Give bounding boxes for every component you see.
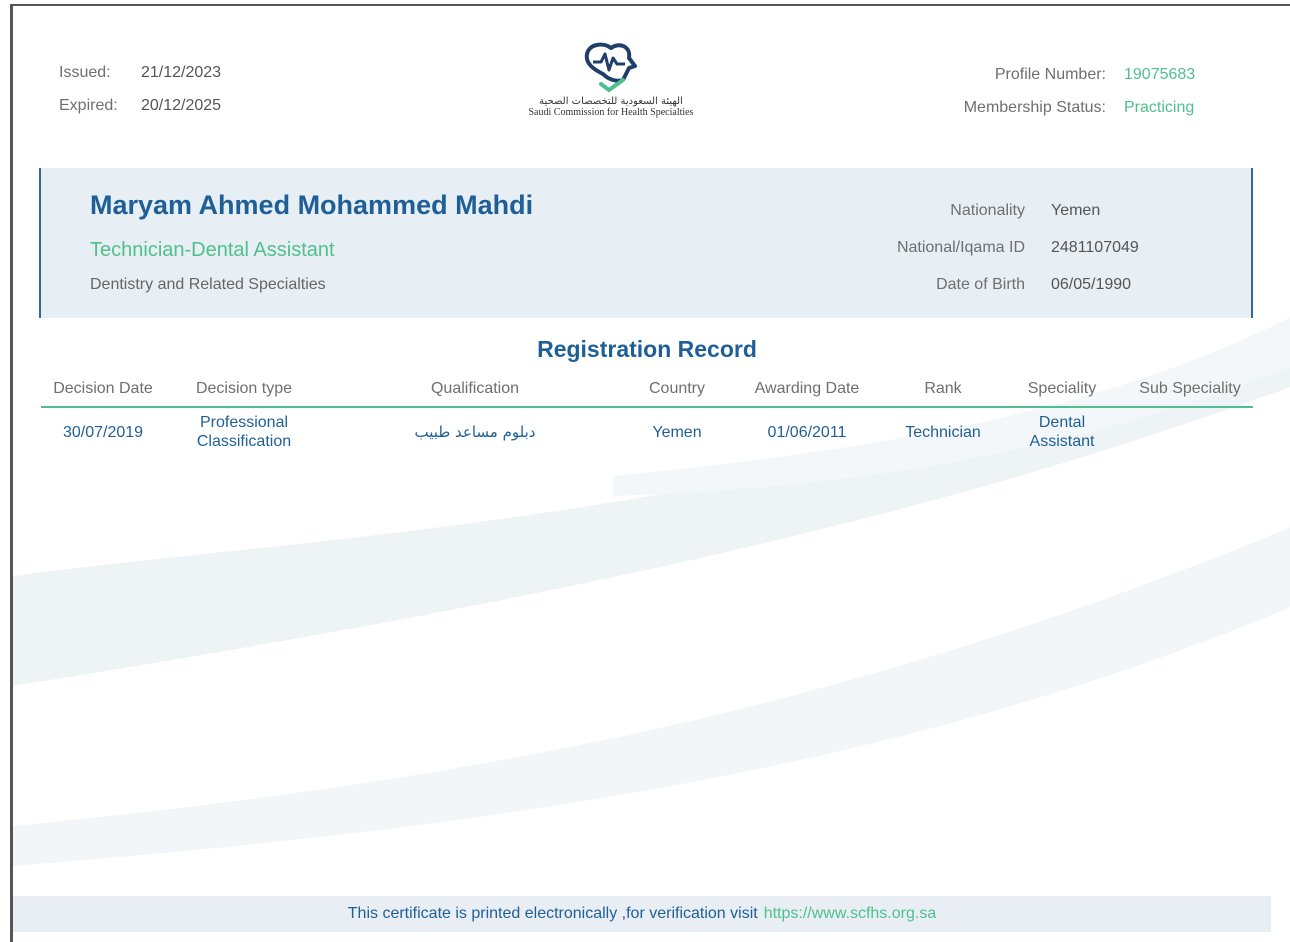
sub-speciality-cell [1127,410,1253,454]
column-header-awarding-date: Awarding Date [754,380,860,397]
column-header-country: Country [648,380,706,397]
membership-status-row: Membership Status: Practicing [964,99,1198,132]
expired-label: Expired: [59,97,118,114]
scfhs-emblem-icon [584,42,637,93]
qualification-cell: دبلوم مساعد طبيب [414,422,536,441]
footer-text: This certificate is printed electronical… [347,905,758,922]
background-wave-decoration [13,317,1290,866]
national-id-row: National/Iqama ID 2481107049 [875,239,1151,276]
logo-arabic-text: الهيئة السعودية للتخصصات الصحية [539,96,683,107]
personal-details: Nationality Yemen National/Iqama ID 2481… [875,202,1151,313]
verification-link[interactable]: https://www.scfhs.org.sa [764,905,937,923]
verification-footer: This certificate is printed electronical… [13,896,1271,932]
registration-record-title: Registration Record [537,336,757,362]
nationality-value: Yemen [1051,202,1101,219]
nationality-row: Nationality Yemen [875,202,1151,239]
column-header-rank: Rank [924,380,962,397]
date-of-birth-value: 06/05/1990 [1051,276,1132,293]
profile-number-value: 19075683 [1124,66,1196,83]
issued-row: Issued: 21/12/2023 [59,64,221,97]
issued-label: Issued: [59,64,111,81]
membership-status-value: Practicing [1124,99,1195,116]
date-of-birth-row: Date of Birth 06/05/1990 [875,276,1151,313]
issue-dates: Issued: 21/12/2023 Expired: 20/12/2025 [59,64,221,130]
profile-meta: Profile Number: 19075683 Membership Stat… [964,66,1198,132]
column-header-speciality: Speciality [1027,380,1097,397]
profile-number-label: Profile Number: [994,66,1106,83]
registration-table-header: Decision Date Decision type Qualificatio… [41,380,1253,408]
expired-value: 20/12/2025 [141,97,222,114]
issued-value: 21/12/2023 [141,64,222,81]
practitioner-name: Maryam Ahmed Mohammed Mahdi [90,190,534,220]
table-row: 30/07/2019 Professional Classification د… [41,410,1253,454]
practitioner-specialty: Dentistry and Related Specialties [90,276,326,293]
country-cell: Yemen [652,423,702,441]
certificate-page: Issued: 21/12/2023 Expired: 20/12/2025 ا… [10,4,1290,942]
expired-row: Expired: 20/12/2025 [59,97,221,130]
national-id-value: 2481107049 [1051,239,1139,256]
column-header-qualification: Qualification [430,380,520,397]
column-header-sub-speciality: Sub Speciality [1139,380,1241,397]
speciality-cell: Dental Assistant [1029,414,1095,450]
profile-number-row: Profile Number: 19075683 [964,66,1198,99]
decision-date-cell: 30/07/2019 [62,423,144,441]
profile-panel: Maryam Ahmed Mohammed Mahdi Technician-D… [39,168,1253,318]
practitioner-title: Technician-Dental Assistant [90,239,335,261]
date-of-birth-label: Date of Birth [936,276,1025,293]
nationality-label: Nationality [950,202,1025,219]
awarding-date-cell: 01/06/2011 [767,423,847,441]
column-header-decision-date: Decision Date [53,380,153,397]
decision-type-cell: Professional Classification [196,414,292,450]
scfhs-logo: الهيئة السعودية للتخصصات الصحية Saudi Co… [513,40,709,118]
national-id-label: National/Iqama ID [896,239,1025,256]
membership-status-label: Membership Status: [963,99,1106,116]
rank-cell: Technician [905,423,981,441]
column-header-decision-type: Decision type [195,380,293,397]
logo-english-text: Saudi Commission for Health Specialties [528,107,694,118]
